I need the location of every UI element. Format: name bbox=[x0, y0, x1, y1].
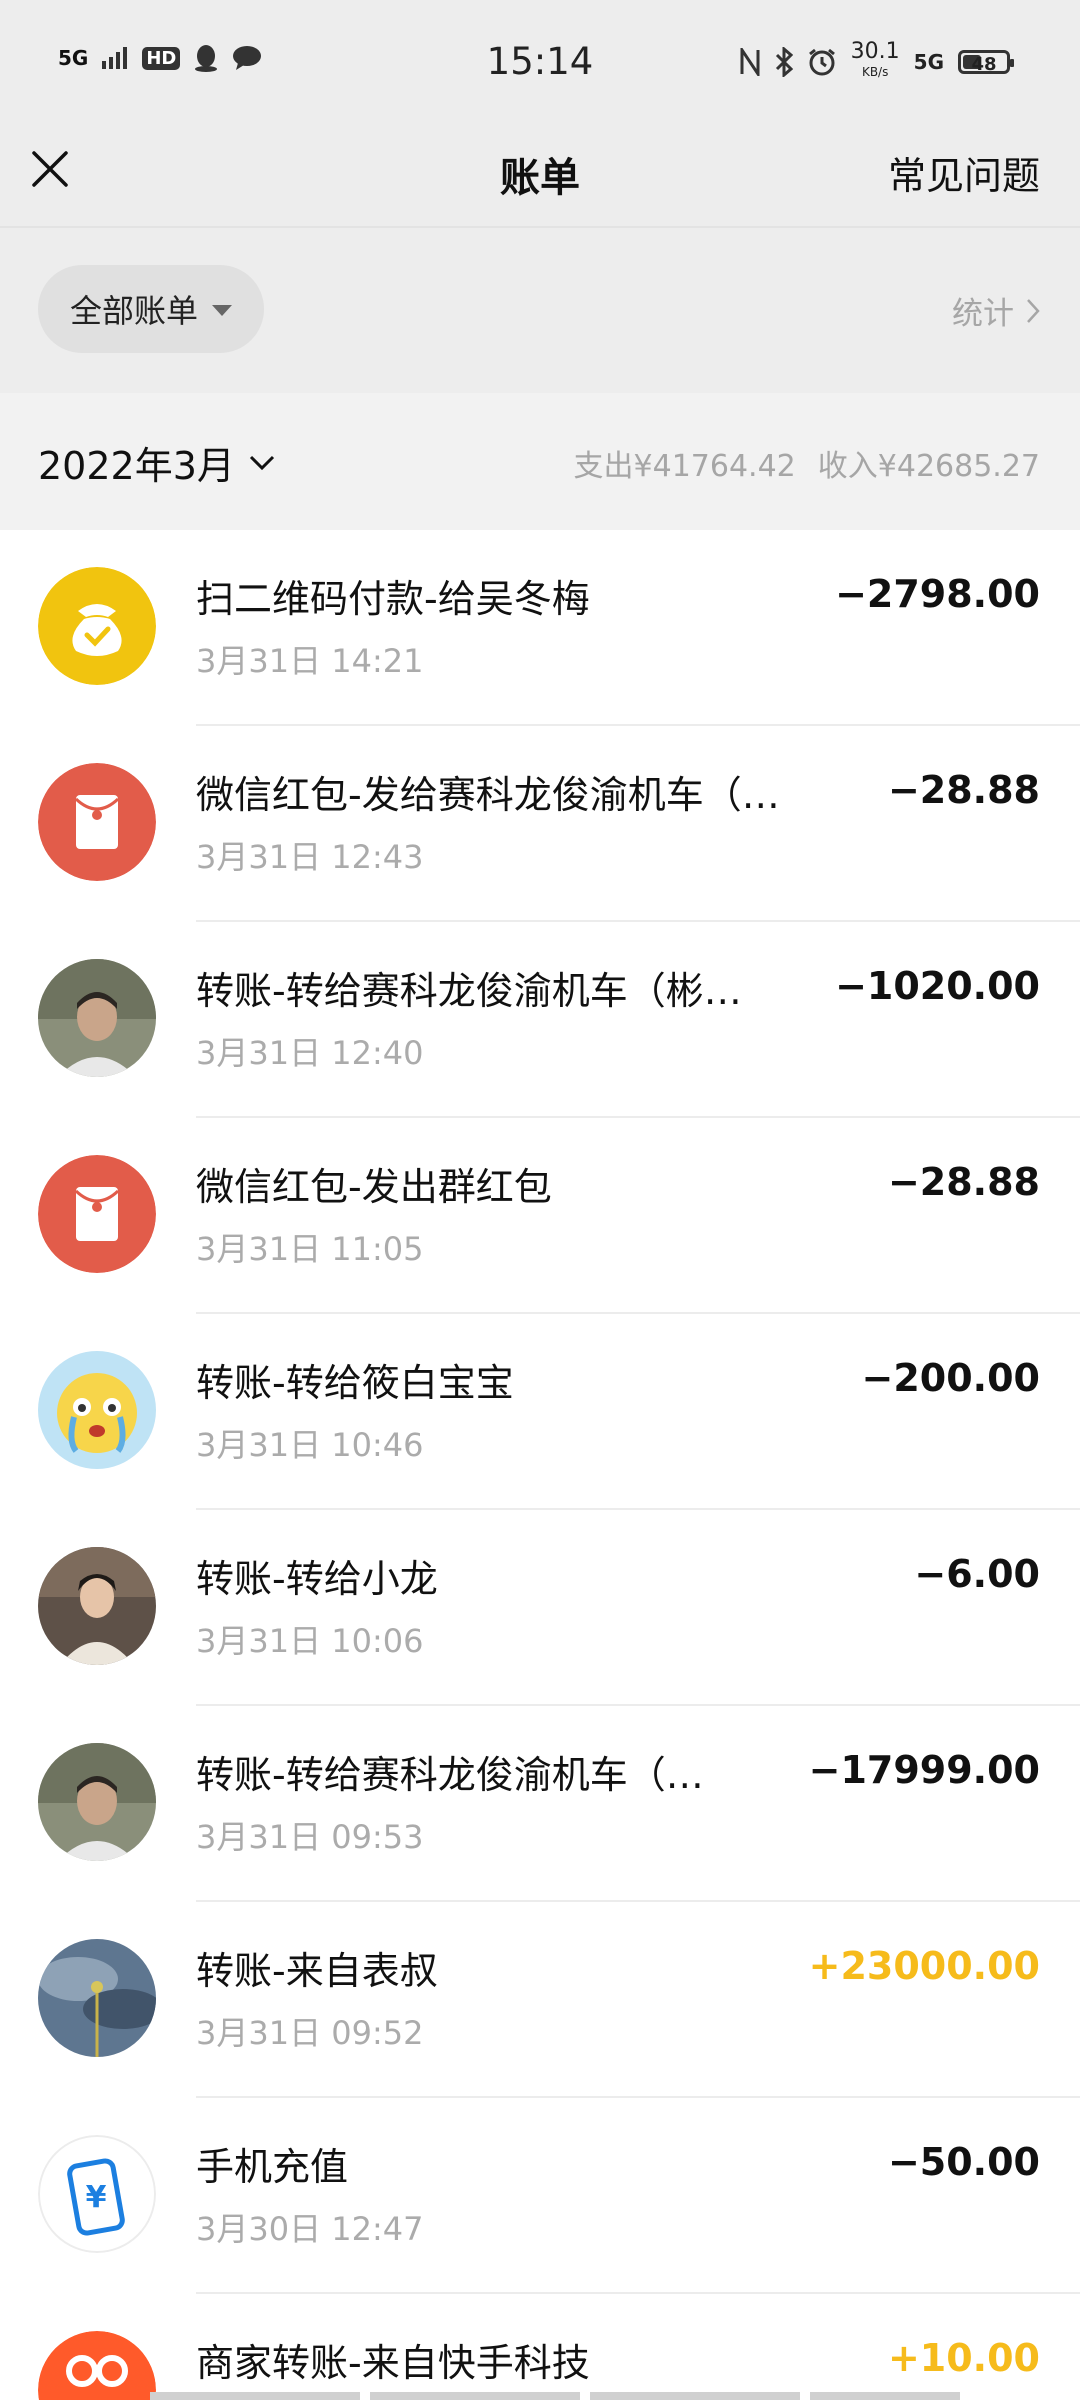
transaction-item[interactable]: 转账-转给小龙 3月31日 10:06 −6.00 bbox=[0, 1510, 1080, 1706]
alarm-icon bbox=[808, 48, 835, 76]
bluetooth-icon bbox=[775, 47, 793, 77]
transaction-item[interactable]: 转账-来自表叔 3月31日 09:52 +23000.00 bbox=[0, 1902, 1080, 2098]
transaction-amount: +23000.00 bbox=[808, 1944, 1040, 1988]
transaction-title: 手机充值 bbox=[196, 2145, 349, 2189]
transaction-title: 转账-转给小龙 bbox=[196, 1557, 438, 1601]
user-avatar bbox=[38, 959, 156, 1077]
transaction-item[interactable]: 转账-转给筱白宝宝 3月31日 10:46 −200.00 bbox=[0, 1314, 1080, 1510]
chevron-down-icon bbox=[249, 455, 274, 470]
battery-icon: 48 bbox=[958, 50, 1014, 75]
bottom-scroll-indicator bbox=[150, 2392, 960, 2400]
income-total: 收入¥42685.27 bbox=[817, 449, 1040, 484]
transaction-amount: −28.88 bbox=[887, 1160, 1040, 1204]
kuaishou-icon bbox=[38, 2331, 156, 2400]
transaction-amount: −17999.00 bbox=[808, 1748, 1040, 1792]
transaction-amount: −2798.00 bbox=[835, 572, 1040, 616]
status-right: 30.1 KB/s 5G 48 bbox=[739, 39, 1014, 82]
transaction-time: 3月31日 10:06 bbox=[196, 1622, 424, 1660]
network-speed: 30.1 KB/s bbox=[850, 39, 900, 80]
transaction-title: 微信红包-发给赛科龙俊渝机车（… bbox=[196, 773, 780, 817]
transaction-time: 3月31日 12:40 bbox=[196, 1034, 424, 1072]
status-bar: 5G HD 15:14 30.1 KB/s 5G 48 bbox=[0, 0, 1080, 125]
month-label: 2022年3月 bbox=[38, 444, 235, 488]
transaction-title: 转账-转给筱白宝宝 bbox=[196, 1361, 514, 1405]
transaction-time: 3月31日 09:52 bbox=[196, 2014, 424, 2052]
transaction-title: 转账-转给赛科龙俊渝机车（… bbox=[196, 1753, 704, 1797]
month-header: 2022年3月 支出¥41764.42 收入¥42685.27 bbox=[0, 393, 1080, 530]
money-bag-icon bbox=[38, 567, 156, 685]
chevron-right-icon bbox=[1027, 298, 1040, 323]
network-5g-indicator-right: 5G bbox=[913, 50, 944, 74]
bill-filter-label: 全部账单 bbox=[69, 292, 198, 330]
transaction-time: 3月31日 10:46 bbox=[196, 1426, 424, 1464]
svg-text:¥: ¥ bbox=[86, 2180, 107, 2215]
sky-avatar bbox=[38, 1939, 156, 2057]
transaction-time: 3月31日 12:43 bbox=[196, 838, 424, 876]
transaction-title: 转账-来自表叔 bbox=[196, 1949, 438, 1993]
transaction-list: 扫二维码付款-给吴冬梅 3月31日 14:21 −2798.00 微信红包-发给… bbox=[0, 530, 1080, 2400]
transaction-amount: −28.88 bbox=[887, 768, 1040, 812]
transaction-item[interactable]: 微信红包-发给赛科龙俊渝机车（… 3月31日 12:43 −28.88 bbox=[0, 726, 1080, 922]
filter-row: 全部账单 统计 bbox=[0, 228, 1080, 393]
transaction-time: 3月31日 11:05 bbox=[196, 1230, 424, 1268]
red-packet-icon bbox=[38, 1155, 156, 1273]
user-avatar bbox=[38, 1547, 156, 1665]
transaction-time: 3月30日 12:47 bbox=[196, 2210, 424, 2248]
transaction-time: 3月31日 14:21 bbox=[196, 642, 424, 680]
transaction-title: 转账-转给赛科龙俊渝机车（彬… bbox=[196, 969, 742, 1013]
transaction-item[interactable]: 扫二维码付款-给吴冬梅 3月31日 14:21 −2798.00 bbox=[0, 530, 1080, 726]
bill-filter-dropdown[interactable]: 全部账单 bbox=[38, 265, 264, 353]
month-summary: 支出¥41764.42 收入¥42685.27 bbox=[574, 441, 1040, 485]
phone-recharge-icon: ¥ bbox=[38, 2135, 156, 2253]
statistics-label: 统计 bbox=[952, 296, 1014, 332]
dropdown-triangle-icon bbox=[212, 305, 232, 316]
nfc-icon bbox=[740, 48, 760, 76]
transaction-item[interactable]: 微信红包-发出群红包 3月31日 11:05 −28.88 bbox=[0, 1118, 1080, 1314]
transaction-amount: +10.00 bbox=[887, 2336, 1040, 2380]
transaction-time: 3月31日 09:53 bbox=[196, 1818, 424, 1856]
user-avatar bbox=[38, 1743, 156, 1861]
transaction-item[interactable]: 转账-转给赛科龙俊渝机车（彬… 3月31日 12:40 −1020.00 bbox=[0, 922, 1080, 1118]
statistics-link[interactable]: 统计 bbox=[952, 288, 1040, 333]
emoji-avatar bbox=[38, 1351, 156, 1469]
transaction-amount: −50.00 bbox=[887, 2140, 1040, 2184]
faq-button[interactable]: 常见问题 bbox=[888, 145, 1040, 200]
red-packet-icon bbox=[38, 763, 156, 881]
transaction-amount: −200.00 bbox=[861, 1356, 1040, 1400]
expense-total: 支出¥41764.42 bbox=[573, 449, 796, 484]
nav-bar: 账单 常见问题 bbox=[0, 125, 1080, 225]
transaction-title: 微信红包-发出群红包 bbox=[196, 1165, 552, 1209]
transaction-amount: −1020.00 bbox=[835, 964, 1040, 1008]
transaction-item[interactable]: 转账-转给赛科龙俊渝机车（… 3月31日 09:53 −17999.00 bbox=[0, 1706, 1080, 1902]
transaction-item[interactable]: ¥ 手机充值 3月30日 12:47 −50.00 bbox=[0, 2098, 1080, 2294]
transaction-item[interactable]: 商家转账-来自快手科技 +10.00 bbox=[0, 2294, 1080, 2400]
transaction-title: 扫二维码付款-给吴冬梅 bbox=[196, 577, 590, 621]
transaction-title: 商家转账-来自快手科技 bbox=[196, 2341, 590, 2385]
month-selector[interactable]: 2022年3月 bbox=[38, 435, 275, 490]
transaction-amount: −6.00 bbox=[914, 1552, 1040, 1596]
